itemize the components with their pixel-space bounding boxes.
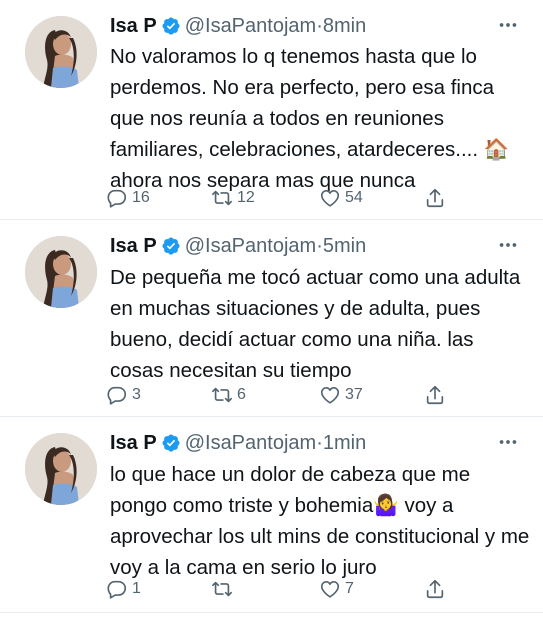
verified-badge-icon (161, 16, 181, 36)
reply-icon (107, 386, 127, 405)
retweet-icon (212, 387, 232, 403)
share-button[interactable] (424, 576, 446, 602)
like-button[interactable]: 54 (319, 185, 363, 211)
tweet-header: Isa P @IsaPantojam·5min (110, 234, 366, 258)
user-handle[interactable]: @IsaPantojam (185, 235, 316, 257)
tweet[interactable]: Isa P @IsaPantojam·8min No valoramos lo q… (0, 0, 543, 220)
retweet-button[interactable]: 6 (211, 382, 246, 408)
reply-button[interactable]: 1 (106, 576, 141, 602)
timestamp[interactable]: 1min (323, 432, 366, 454)
share-icon (426, 188, 444, 208)
tweet-actions: 1 7 (106, 576, 456, 602)
separator-dot: · (316, 235, 323, 257)
tweet-text: lo que hace un dolor de cabeza que me po… (110, 463, 530, 579)
retweet-count: 12 (237, 189, 255, 206)
retweet-icon (212, 581, 232, 597)
reply-icon (107, 189, 127, 208)
like-count: 37 (345, 386, 363, 403)
reply-count: 1 (132, 580, 141, 597)
share-button[interactable] (424, 382, 446, 408)
separator-dot: · (316, 432, 323, 454)
user-handle[interactable]: @IsaPantojam (185, 15, 316, 37)
reply-button[interactable]: 3 (106, 382, 141, 408)
retweet-icon (212, 190, 232, 206)
more-options-icon[interactable] (497, 431, 519, 457)
reply-icon (107, 580, 127, 599)
like-button[interactable]: 7 (319, 576, 354, 602)
tweet-header: Isa P @IsaPantojam·1min (110, 431, 366, 455)
separator-dot: · (316, 15, 323, 37)
display-name[interactable]: Isa P (110, 432, 157, 454)
reply-count: 16 (132, 189, 150, 206)
like-count: 7 (345, 580, 354, 597)
reply-count: 3 (132, 386, 141, 403)
display-name[interactable]: Isa P (110, 15, 157, 37)
heart-icon (320, 581, 340, 598)
tweet-header: Isa P @IsaPantojam·8min (110, 14, 366, 38)
timestamp[interactable]: 5min (323, 235, 366, 257)
avatar-photo (25, 16, 97, 88)
tweet-text: No valoramos lo q tenemos hasta que lo p… (110, 45, 510, 192)
more-options-icon[interactable] (497, 14, 519, 40)
retweet-button[interactable] (211, 576, 237, 602)
user-handle[interactable]: @IsaPantojam (185, 432, 316, 454)
share-button[interactable] (424, 185, 446, 211)
avatar-photo (25, 433, 97, 505)
reply-button[interactable]: 16 (106, 185, 150, 211)
tweet-text: De pequeña me tocó actuar como una adult… (110, 266, 521, 382)
like-button[interactable]: 37 (319, 382, 363, 408)
timeline: Isa P @IsaPantojam·8min No valoramos lo q… (0, 0, 543, 620)
tweet-actions: 16 12 54 (106, 185, 456, 211)
verified-badge-icon (161, 236, 181, 256)
share-icon (426, 579, 444, 599)
retweet-count: 6 (237, 386, 246, 403)
heart-icon (320, 387, 340, 404)
verified-badge-icon (161, 433, 181, 453)
more-options-icon[interactable] (497, 234, 519, 260)
tweet-actions: 3 6 37 (106, 382, 456, 408)
timestamp[interactable]: 8min (323, 15, 366, 37)
avatar[interactable] (25, 433, 97, 505)
retweet-button[interactable]: 12 (211, 185, 255, 211)
tweet[interactable]: Isa P @IsaPantojam·5min De pequeña me toc… (0, 220, 543, 417)
heart-icon (320, 190, 340, 207)
display-name[interactable]: Isa P (110, 235, 157, 257)
avatar[interactable] (25, 236, 97, 308)
avatar-photo (25, 236, 97, 308)
avatar[interactable] (25, 16, 97, 88)
tweet[interactable]: Isa P @IsaPantojam·1min lo que hace un do… (0, 417, 543, 613)
like-count: 54 (345, 189, 363, 206)
share-icon (426, 385, 444, 405)
